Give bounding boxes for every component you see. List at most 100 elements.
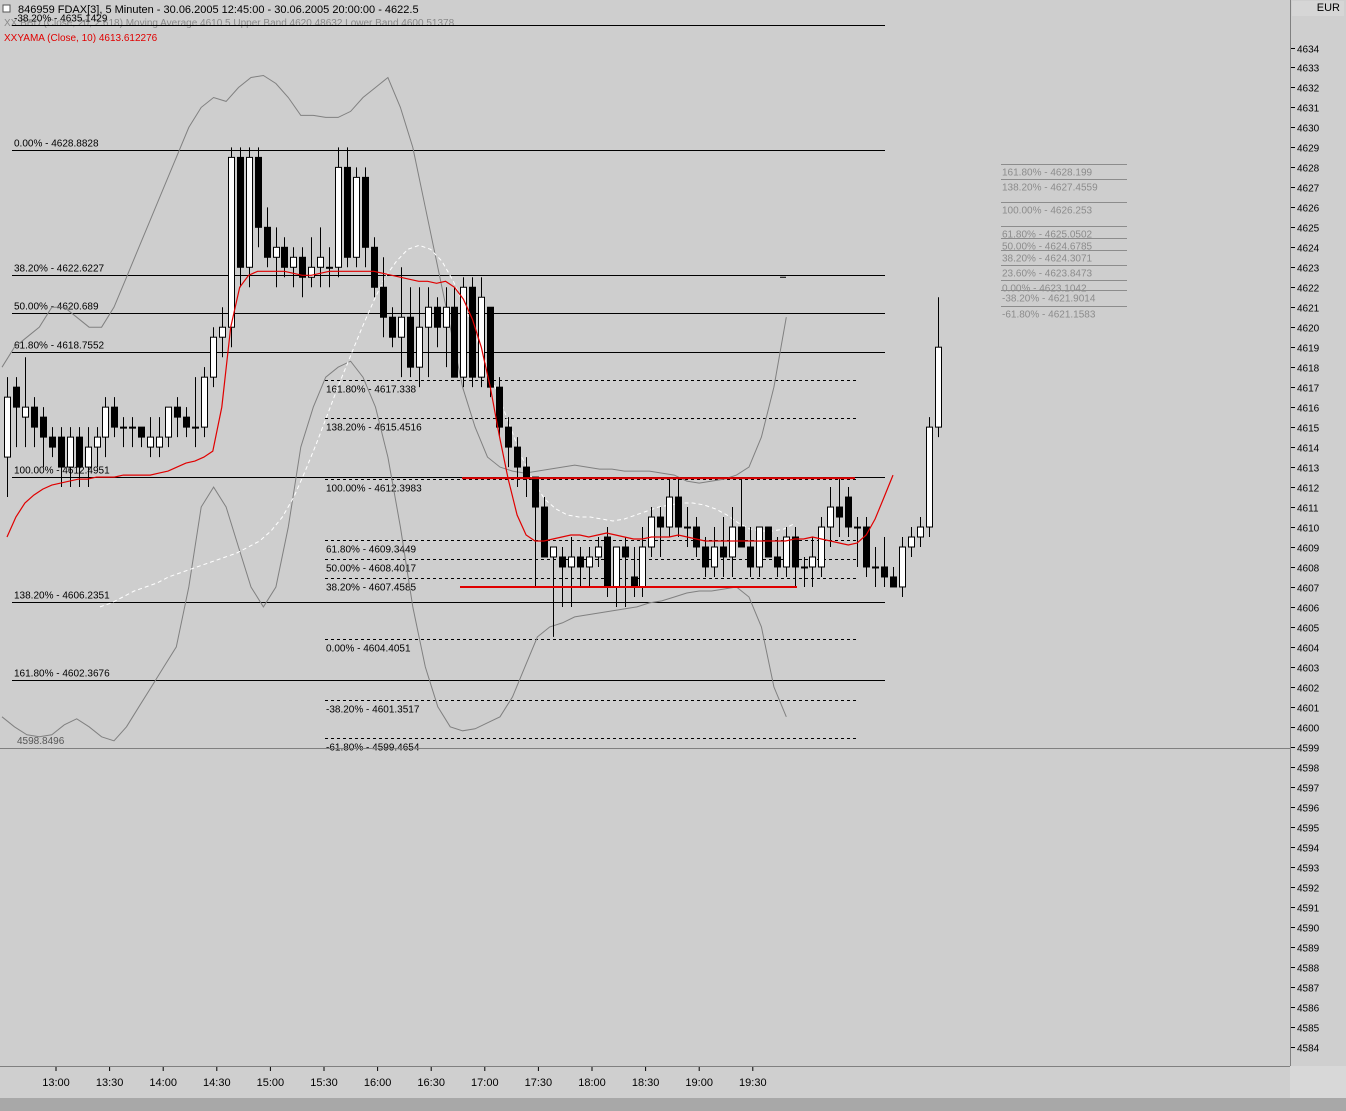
bearish-candle-body <box>765 526 772 558</box>
time-axis-scale: 13:00 13:30 14:00 14:30 15:00 15:30 16:00 16:30… <box>42 1067 767 1089</box>
price-axis[interactable]: 4634 4633 4632 4631 4630 4629 4628 4627 4626 4625… <box>1290 0 1346 1066</box>
horizontal-scrollbar[interactable] <box>0 1098 1346 1111</box>
candle <box>4 377 11 498</box>
candle <box>416 287 423 388</box>
candle <box>747 527 754 577</box>
candle <box>165 406 172 448</box>
candle <box>308 237 315 288</box>
bearish-candle-body <box>31 406 38 428</box>
candle <box>774 537 781 577</box>
candle <box>22 357 29 448</box>
bearish-candle-body <box>255 156 262 228</box>
bullish-candle-body <box>801 566 808 569</box>
bearish-candle-body <box>738 526 745 548</box>
fib-right-label: -38.20% - 4621.9014 <box>1002 294 1096 305</box>
price-tick-label: 4601 <box>1297 704 1320 715</box>
bullish-candle-body <box>443 306 450 328</box>
bearish-candle-body <box>76 436 83 468</box>
candle <box>845 487 852 538</box>
bearish-candle-body <box>881 566 888 578</box>
bullish-candle-body <box>219 326 226 338</box>
bullish-candle-body <box>586 556 593 568</box>
bearish-candle-body <box>675 496 682 528</box>
candle <box>872 547 879 587</box>
candle <box>237 147 244 288</box>
bollinger-bands <box>1 74 787 742</box>
price-tick-label: 4629 <box>1297 144 1320 155</box>
candle <box>568 537 575 607</box>
fib-right-label: -61.80% - 4621.1583 <box>1002 310 1096 321</box>
candle <box>541 497 548 558</box>
candle <box>138 426 145 448</box>
bullish-candle-body <box>666 496 673 528</box>
candle <box>935 297 942 438</box>
fib-mid-label: 161.80% - 4617.338 <box>326 385 417 396</box>
price-tick-label: 4591 <box>1297 904 1320 915</box>
bullish-candle-body <box>827 506 834 528</box>
bearish-candle-body <box>434 306 441 328</box>
candle <box>926 417 933 538</box>
candle <box>192 377 199 448</box>
price-tick-label: 4605 <box>1297 624 1320 635</box>
price-tick-label: 4626 <box>1297 204 1320 215</box>
price-tick-label: 4628 <box>1297 164 1320 175</box>
candle <box>711 527 718 577</box>
bullish-candle-body <box>639 546 646 588</box>
candle <box>290 247 297 288</box>
bearish-candle-body <box>138 426 145 438</box>
candle <box>836 477 843 538</box>
time-tick-label: 14:00 <box>149 1077 177 1089</box>
bullish-candle-body <box>416 326 423 368</box>
candle <box>246 147 253 288</box>
bearish-candle-body <box>702 546 709 568</box>
candlestick-chart[interactable]: 846959 FDAX[3], 5 Minuten - 30.06.2005 1… <box>0 0 1290 1066</box>
bullish-candle-body <box>818 526 825 568</box>
time-tick-label: 15:00 <box>257 1077 285 1089</box>
bearish-candle-body <box>514 446 521 468</box>
price-tick-label: 4631 <box>1297 104 1320 115</box>
candle <box>917 517 924 547</box>
candle <box>792 527 799 587</box>
bullish-candle-body <box>595 546 602 558</box>
price-tick-label: 4599 <box>1297 744 1320 755</box>
bullish-candle-body <box>192 426 199 429</box>
candle <box>702 537 709 577</box>
candle <box>31 397 38 448</box>
candle <box>228 147 235 348</box>
price-tick-label: 4607 <box>1297 584 1320 595</box>
candle <box>129 417 136 448</box>
bullish-candle-body <box>568 556 575 568</box>
candle <box>487 306 494 398</box>
price-tick-label: 4604 <box>1297 644 1320 655</box>
price-tick-label: 4594 <box>1297 844 1320 855</box>
price-tick-label: 4587 <box>1297 984 1320 995</box>
candle <box>801 556 808 587</box>
time-axis[interactable]: 13:00 13:30 14:00 14:30 15:00 15:30 16:00 16:30… <box>0 1066 1290 1098</box>
candle <box>156 417 163 458</box>
candle <box>550 546 557 637</box>
bearish-candle-body <box>505 426 512 448</box>
price-tick-label: 4620 <box>1297 324 1320 335</box>
bullish-candle-body <box>729 526 736 558</box>
price-tick-label: 4633 <box>1297 64 1320 75</box>
fib-mid-label: -38.20% - 4601.3517 <box>326 705 420 716</box>
bearish-candle-body <box>362 176 369 248</box>
candle <box>577 547 584 587</box>
bearish-candle-body <box>281 246 288 268</box>
bullish-candle-body <box>156 436 163 448</box>
bearish-candle-body <box>523 466 530 478</box>
window-box-icon <box>2 4 11 13</box>
bearish-candle-body <box>559 556 566 568</box>
bullish-candle-body <box>335 166 342 268</box>
price-chart-panel[interactable]: 846959 FDAX[3], 5 Minuten - 30.06.2005 1… <box>0 0 1290 1066</box>
price-tick-label: 4634 <box>1297 45 1320 56</box>
bullish-candle-body <box>67 436 74 468</box>
price-tick-label: 4615 <box>1297 424 1320 435</box>
fib-left-label: 0.00% - 4628.8828 <box>14 139 99 150</box>
bullish-candle-body <box>550 546 557 558</box>
bearish-candle-body <box>451 306 458 378</box>
bullish-candle-body <box>102 406 109 438</box>
bearish-candle-body <box>389 316 396 338</box>
bearish-candle-body <box>622 546 629 558</box>
candle <box>469 277 476 388</box>
